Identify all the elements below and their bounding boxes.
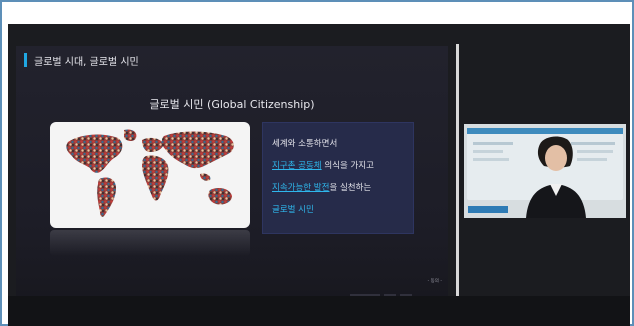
definition-text: 을 실천하는: [329, 183, 372, 193]
title-accent-bar: [24, 53, 27, 67]
window-frame: 글로벌 시대, 글로벌 시민 글로벌 시민 (Global Citizenshi…: [0, 0, 634, 326]
highlight-global-community: 지구촌 공동체: [272, 161, 322, 171]
world-map-of-people-icon: [66, 129, 234, 217]
stage-divider: [456, 44, 459, 302]
definition-line-1: 세계와 소통하면서: [272, 137, 337, 149]
video-stage: 글로벌 시대, 글로벌 시민 글로벌 시민 (Global Citizenshi…: [8, 24, 630, 326]
presentation-slide: 글로벌 시대, 글로벌 시민 글로벌 시민 (Global Citizenshi…: [16, 46, 448, 300]
highlight-sustainable-development: 지속가능한 발전: [272, 183, 330, 193]
slide-footer: - 동의 -: [427, 279, 442, 284]
presenter-person-icon: [526, 136, 586, 218]
highlight-global-citizen: 글로벌 시민: [272, 205, 314, 215]
world-map-image: [50, 122, 250, 228]
definition-text: 의식을 가지고: [321, 161, 374, 171]
definition-line-4: 글로벌 시민: [272, 203, 314, 215]
webcam-name-tag: [468, 206, 508, 213]
definition-text: 세계와 소통하면서: [272, 139, 338, 149]
stage-bottom-bar: [8, 296, 630, 326]
definition-line-3: 지속가능한 발전을 실천하는: [272, 181, 371, 193]
presenter-webcam[interactable]: [464, 124, 626, 218]
slide-subtitle: 글로벌 시민 (Global Citizenship): [149, 98, 315, 111]
slide-title: 글로벌 시대, 글로벌 시민: [34, 57, 139, 68]
definition-card: 세계와 소통하면서 지구촌 공동체 의식을 가지고 지속가능한 발전을 실천하는…: [262, 122, 414, 234]
map-reflection: [50, 230, 250, 256]
definition-line-2: 지구촌 공동체 의식을 가지고: [272, 159, 374, 171]
